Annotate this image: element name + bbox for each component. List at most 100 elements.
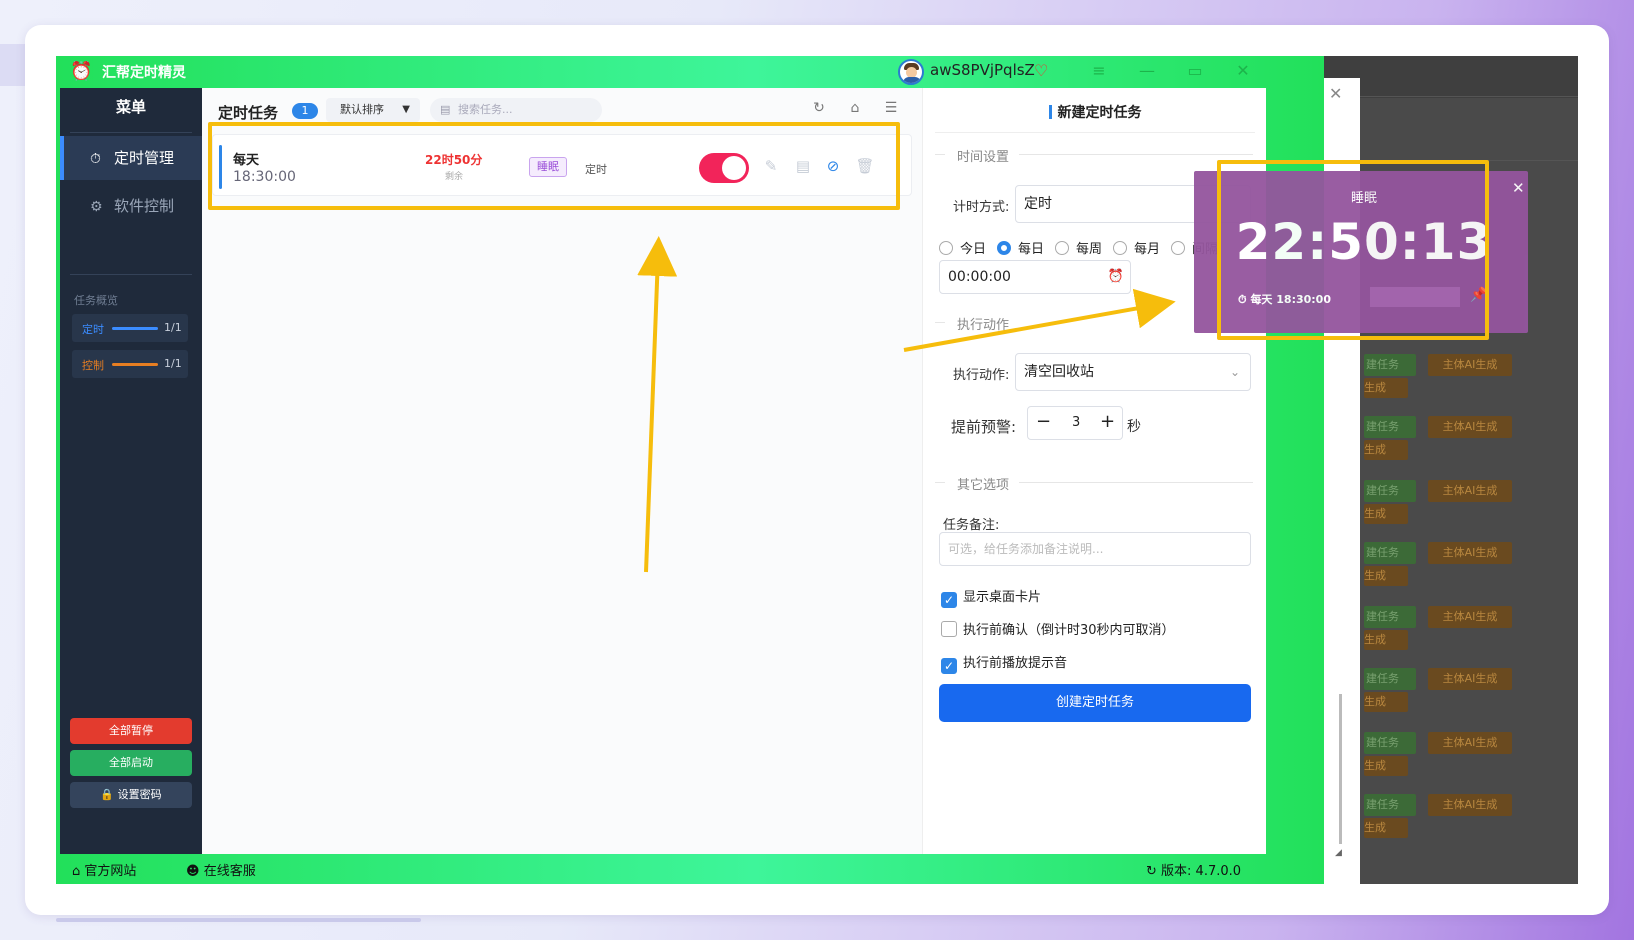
caret-down-icon: ▼ [402, 104, 410, 115]
version-label: 版本: 4.7.0.0 [1161, 864, 1242, 879]
warn-stepper[interactable]: − 3 + [1027, 406, 1123, 440]
minimize-icon[interactable]: — [1136, 60, 1158, 82]
background-orange-tag-small: 生成 [1364, 630, 1408, 650]
footer: ⌂ 官方网站 ☻ 在线客服 ↻ 版本: 4.7.0.0 [56, 854, 1324, 884]
note-placeholder: 可选，给任务添加备注说明... [948, 542, 1104, 556]
close-icon[interactable]: ✕ [1512, 179, 1525, 197]
scrollbar[interactable] [1339, 694, 1342, 844]
sidebar-title: 菜单 [115, 98, 146, 116]
warn-unit: 秒 [1127, 419, 1141, 435]
note-label: 任务备注: [943, 518, 1000, 533]
radio-weekly[interactable]: 每周 [1055, 238, 1102, 257]
set-password-button[interactable]: 🔒 设置密码 [70, 782, 192, 808]
close-icon[interactable]: ✕ [1232, 60, 1254, 82]
checkbox-sound[interactable]: ✓ 执行前播放提示音 [941, 652, 1067, 674]
gear-icon: ⚙ [90, 199, 103, 215]
overview-label: 任务概览 [74, 294, 118, 307]
divider [70, 274, 192, 275]
minus-icon[interactable]: − [1036, 411, 1051, 432]
alarm-clock-icon: ⏰ [70, 61, 93, 82]
checkbox-show-card[interactable]: ✓ 显示桌面卡片 [941, 586, 1041, 608]
maximize-icon[interactable]: ▭ [1184, 60, 1206, 82]
warn-value: 3 [1072, 415, 1081, 430]
list-icon[interactable]: ☰ [882, 100, 900, 118]
title-bar: ⏰ 汇帮定时精灵 awS8PVjPqlsZ ♡ ≡ — ▭ ✕ [56, 56, 1324, 88]
radio-label: 每月 [1134, 242, 1161, 257]
create-task-button[interactable]: 创建定时任务 [939, 684, 1251, 722]
background-orange-tag-small: 生成 [1364, 440, 1408, 460]
username[interactable]: awS8PVjPqlsZ [930, 61, 1035, 79]
stat-label: 控制 [82, 359, 104, 372]
plus-icon[interactable]: + [1100, 411, 1115, 432]
background-green-tag: 建任务 [1364, 416, 1416, 438]
section-label: 时间设置 [957, 150, 1010, 165]
background-app-header [1322, 56, 1578, 98]
divider [935, 132, 1255, 133]
alarm-icon[interactable]: ⏰ [1108, 261, 1124, 293]
action-select[interactable]: 清空回收站 ⌄ [1015, 353, 1251, 391]
note-input[interactable]: 可选，给任务添加备注说明... [939, 532, 1251, 566]
radio-today[interactable]: 今日 [939, 238, 986, 257]
section-time: 时间设置 [935, 146, 1010, 165]
pause-all-button[interactable]: 全部暂停 [70, 718, 192, 744]
mode-value: 定时 [1024, 196, 1052, 212]
background-orange-tag-small: 生成 [1364, 692, 1408, 712]
background-orange-tag: 主体AI生成 [1428, 542, 1512, 564]
refresh-icon[interactable]: ↻ [810, 100, 828, 118]
sidebar: 菜单 ⏱ 定时管理 ⚙ 软件控制 任务概览 定时 1/1 控制 1/1 全部暂停 全… [60, 88, 202, 854]
form-title: 新建定时任务 [923, 102, 1267, 122]
stat-value: 1/1 [164, 321, 182, 334]
background-green-tag: 建任务 [1364, 794, 1416, 816]
background-orange-tag-small: 生成 [1364, 756, 1408, 776]
search-input[interactable]: ▤ 搜索任务... [430, 98, 602, 122]
action-value: 清空回收站 [1024, 364, 1094, 380]
checkbox-confirm[interactable]: 执行前确认（倒计时30秒内可取消） [941, 619, 1175, 638]
section-action: 执行动作 [935, 314, 1009, 333]
radio-daily[interactable]: 每日 [997, 238, 1044, 257]
background-orange-tag-small: 生成 [1364, 378, 1408, 398]
mode-label: 计时方式: [953, 200, 1010, 215]
divider [1019, 154, 1253, 155]
sidebar-item-label: 定时管理 [114, 149, 175, 167]
version-info: ↻ 版本: 4.7.0.0 [1146, 860, 1241, 879]
sidebar-item-software-control[interactable]: ⚙ 软件控制 [60, 184, 202, 228]
radio-label: 每周 [1076, 242, 1103, 257]
background-orange-tag: 主体AI生成 [1428, 354, 1512, 376]
checkbox-label: 执行前播放提示音 [963, 656, 1068, 671]
menu-icon[interactable]: ≡ [1088, 60, 1110, 82]
checkbox-label: 执行前确认（倒计时30秒内可取消） [963, 623, 1175, 638]
radio-monthly[interactable]: 每月 [1113, 238, 1160, 257]
background-row [1322, 96, 1578, 160]
lock-icon: 🔒 [100, 788, 115, 801]
stat-timer: 定时 1/1 [72, 314, 188, 342]
section-label: 其它选项 [957, 478, 1010, 493]
refresh-icon: ↻ [1146, 864, 1157, 879]
chevron-down-icon: ⌄ [1229, 365, 1240, 379]
search-icon: ▤ [440, 103, 451, 116]
page-title: 定时任务 [218, 104, 279, 122]
background-orange-tag: 主体AI生成 [1428, 668, 1512, 690]
sidebar-item-timer-management[interactable]: ⏱ 定时管理 [60, 136, 202, 180]
checkbox-label: 显示桌面卡片 [963, 590, 1042, 605]
sort-dropdown[interactable]: 默认排序 ▼ [326, 98, 420, 122]
website-link[interactable]: ⌂ 官方网站 [72, 860, 136, 879]
close-icon[interactable]: ✕ [1329, 84, 1342, 103]
start-all-button[interactable]: 全部启动 [70, 750, 192, 776]
vip-heart-icon[interactable]: ♡ [1034, 61, 1048, 80]
avatar[interactable] [898, 59, 924, 85]
background-green-tag: 建任务 [1364, 354, 1416, 376]
set-password-label: 设置密码 [117, 788, 162, 801]
background-orange-tag: 主体AI生成 [1428, 480, 1512, 502]
stat-progress-bar [112, 363, 158, 366]
home-icon[interactable]: ⌂ [846, 100, 864, 118]
background-orange-tag-small: 生成 [1364, 504, 1408, 524]
time-input[interactable]: 00:00:00 ⏰ [939, 260, 1131, 294]
background-orange-tag-small: 生成 [1364, 818, 1408, 838]
support-link[interactable]: ☻ 在线客服 [186, 860, 256, 879]
resize-icon: ◢ [1335, 848, 1342, 858]
background-orange-tag-small: 生成 [1364, 566, 1408, 586]
task-highlight-box [208, 122, 900, 210]
home-icon: ⌂ [72, 864, 81, 879]
sidebar-item-label: 软件控制 [114, 197, 175, 215]
stat-value: 1/1 [164, 357, 182, 370]
